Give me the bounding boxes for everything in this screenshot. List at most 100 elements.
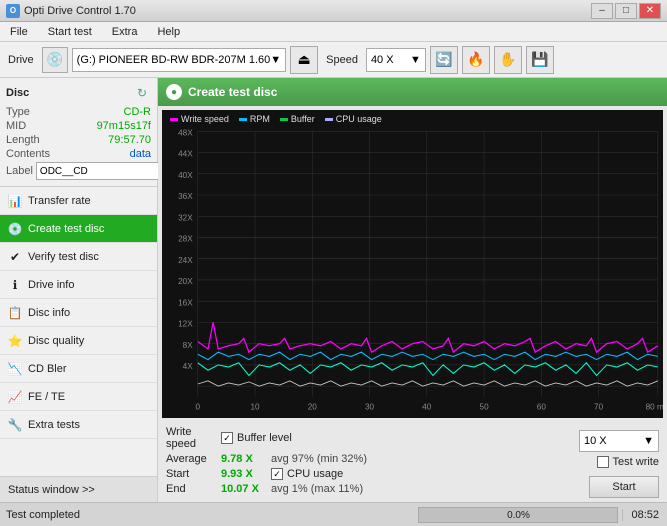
start-value: 9.93 X xyxy=(221,468,271,480)
chevron-down-icon: ▼ xyxy=(270,54,281,66)
disc-info-panel: Disc ↻ Type CD-R MID 97m15s17f Length 79… xyxy=(0,78,157,187)
app-title: Opti Drive Control 1.70 xyxy=(24,5,136,17)
sidebar-item-create-test-disc[interactable]: 💿 Create test disc xyxy=(0,215,157,243)
drive-name: (G:) PIONEER BD-RW BDR-207M 1.60 xyxy=(77,54,271,66)
status-window-button[interactable]: Status window >> xyxy=(0,476,157,502)
svg-text:30: 30 xyxy=(365,401,374,411)
speed-value: 40 X xyxy=(371,54,394,66)
disc-mid-row: MID 97m15s17f xyxy=(6,120,151,132)
legend-cpu-usage: CPU usage xyxy=(325,114,382,124)
speed-label: Speed xyxy=(322,54,362,66)
menu-extra[interactable]: Extra xyxy=(106,24,144,40)
menu-file[interactable]: File xyxy=(4,24,34,40)
svg-text:48X: 48X xyxy=(178,127,193,137)
drive-dropdown[interactable]: (G:) PIONEER BD-RW BDR-207M 1.60 ▼ xyxy=(72,48,286,72)
buffer-level-checkbox[interactable]: ✓ xyxy=(221,432,233,444)
cpu-usage-label: CPU usage xyxy=(287,468,343,480)
sidebar-item-cd-bler[interactable]: 📉 CD Bler xyxy=(0,355,157,383)
write-speed-stat-label: Write speed xyxy=(166,426,221,450)
disc-info-icon: 📋 xyxy=(8,306,22,320)
speed-select-dropdown[interactable]: 10 X ▼ xyxy=(579,430,659,452)
drive-label: Drive xyxy=(4,54,38,66)
disc-length-key: Length xyxy=(6,134,40,146)
svg-text:36X: 36X xyxy=(178,191,193,201)
svg-text:10: 10 xyxy=(250,401,259,411)
title-bar: O Opti Drive Control 1.70 – □ ✕ xyxy=(0,0,667,22)
drive-icon: 💿 xyxy=(42,47,68,73)
window-controls: – □ ✕ xyxy=(591,3,661,19)
minimize-button[interactable]: – xyxy=(591,3,613,19)
disc-type-value: CD-R xyxy=(124,106,152,118)
start-button[interactable]: Start xyxy=(589,476,659,498)
test-write-checkbox[interactable] xyxy=(597,456,609,468)
sidebar-item-label: Transfer rate xyxy=(28,195,91,207)
speed-dropdown[interactable]: 40 X ▼ xyxy=(366,48,426,72)
svg-text:40: 40 xyxy=(422,401,431,411)
content-header: ● Create test disc xyxy=(158,78,667,106)
disc-contents-row: Contents data xyxy=(6,148,151,160)
chart-legend: Write speed RPM Buffer CPU usage xyxy=(170,114,382,124)
toolbar: Drive 💿 (G:) PIONEER BD-RW BDR-207M 1.60… xyxy=(0,42,667,78)
cpu-usage-checkbox[interactable]: ✓ xyxy=(271,468,283,480)
sidebar-item-drive-info[interactable]: ℹ Drive info xyxy=(0,271,157,299)
extra-tests-icon: 🔧 xyxy=(8,418,22,432)
verify-test-disc-icon: ✔ xyxy=(8,250,22,264)
burn-button[interactable]: 🔥 xyxy=(462,46,490,74)
end-desc: avg 1% (max 11%) xyxy=(271,483,363,495)
sidebar-item-label: Drive info xyxy=(28,279,74,291)
disc-refresh-button[interactable]: ↻ xyxy=(133,84,151,102)
maximize-button[interactable]: □ xyxy=(615,3,637,19)
rpm-legend-dot xyxy=(239,118,247,121)
sidebar: Disc ↻ Type CD-R MID 97m15s17f Length 79… xyxy=(0,78,158,502)
menu-help[interactable]: Help xyxy=(151,24,186,40)
disc-label-key: Label xyxy=(6,165,33,177)
start-row: Start 9.93 X ✓ CPU usage xyxy=(166,468,571,480)
title-bar-left: O Opti Drive Control 1.70 xyxy=(6,4,136,18)
svg-text:12X: 12X xyxy=(178,319,193,329)
sidebar-item-disc-quality[interactable]: ⭐ Disc quality xyxy=(0,327,157,355)
test-write-label: Test write xyxy=(613,456,659,468)
eject-button[interactable]: ⏏ xyxy=(290,46,318,74)
disc-length-row: Length 79:57.70 xyxy=(6,134,151,146)
buffer-level-label: Buffer level xyxy=(237,432,292,444)
progress-percent: 0.0% xyxy=(419,508,617,524)
legend-buffer-label: Buffer xyxy=(291,114,315,124)
status-time: 08:52 xyxy=(622,509,667,521)
sidebar-item-verify-test-disc[interactable]: ✔ Verify test disc xyxy=(0,243,157,271)
sidebar-item-label: Verify test disc xyxy=(28,251,99,263)
stats-left: Write speed ✓ Buffer level Average 9.78 … xyxy=(166,426,571,498)
menu-bar: File Start test Extra Help xyxy=(0,22,667,42)
svg-text:24X: 24X xyxy=(178,255,193,265)
buffer-level-check-row: ✓ Buffer level xyxy=(221,432,292,444)
drive-info-icon: ℹ xyxy=(8,278,22,292)
average-label: Average xyxy=(166,453,221,465)
save-button[interactable]: 💾 xyxy=(526,46,554,74)
disc-section-label: Disc xyxy=(6,87,29,99)
test-write-row: Test write xyxy=(597,456,659,468)
sidebar-item-disc-info[interactable]: 📋 Disc info xyxy=(0,299,157,327)
refresh-button[interactable]: 🔄 xyxy=(430,46,458,74)
sidebar-item-extra-tests[interactable]: 🔧 Extra tests xyxy=(0,411,157,439)
svg-text:4X: 4X xyxy=(183,361,193,371)
menu-start-test[interactable]: Start test xyxy=(42,24,98,40)
sidebar-item-label: Extra tests xyxy=(28,419,80,431)
start-label: Start xyxy=(166,468,221,480)
disc-contents-key: Contents xyxy=(6,148,50,160)
main-area: Disc ↻ Type CD-R MID 97m15s17f Length 79… xyxy=(0,78,667,502)
buffer-legend-dot xyxy=(280,118,288,121)
cd-bler-icon: 📉 xyxy=(8,362,22,376)
sidebar-item-transfer-rate[interactable]: 📊 Transfer rate xyxy=(0,187,157,215)
svg-text:50: 50 xyxy=(480,401,489,411)
disc-label-input[interactable] xyxy=(36,162,176,180)
close-button[interactable]: ✕ xyxy=(639,3,661,19)
sidebar-item-label: Create test disc xyxy=(28,223,104,235)
end-row: End 10.07 X avg 1% (max 11%) xyxy=(166,483,571,495)
grip-button[interactable]: ✋ xyxy=(494,46,522,74)
chart-container: Write speed RPM Buffer CPU usage xyxy=(162,110,663,418)
status-bar: Test completed 0.0% 08:52 xyxy=(0,502,667,526)
content-header-icon: ● xyxy=(166,84,182,100)
disc-mid-key: MID xyxy=(6,120,26,132)
stats-right: 10 X ▼ Test write Start xyxy=(579,426,659,498)
sidebar-item-fe-te[interactable]: 📈 FE / TE xyxy=(0,383,157,411)
svg-text:20X: 20X xyxy=(178,276,193,286)
